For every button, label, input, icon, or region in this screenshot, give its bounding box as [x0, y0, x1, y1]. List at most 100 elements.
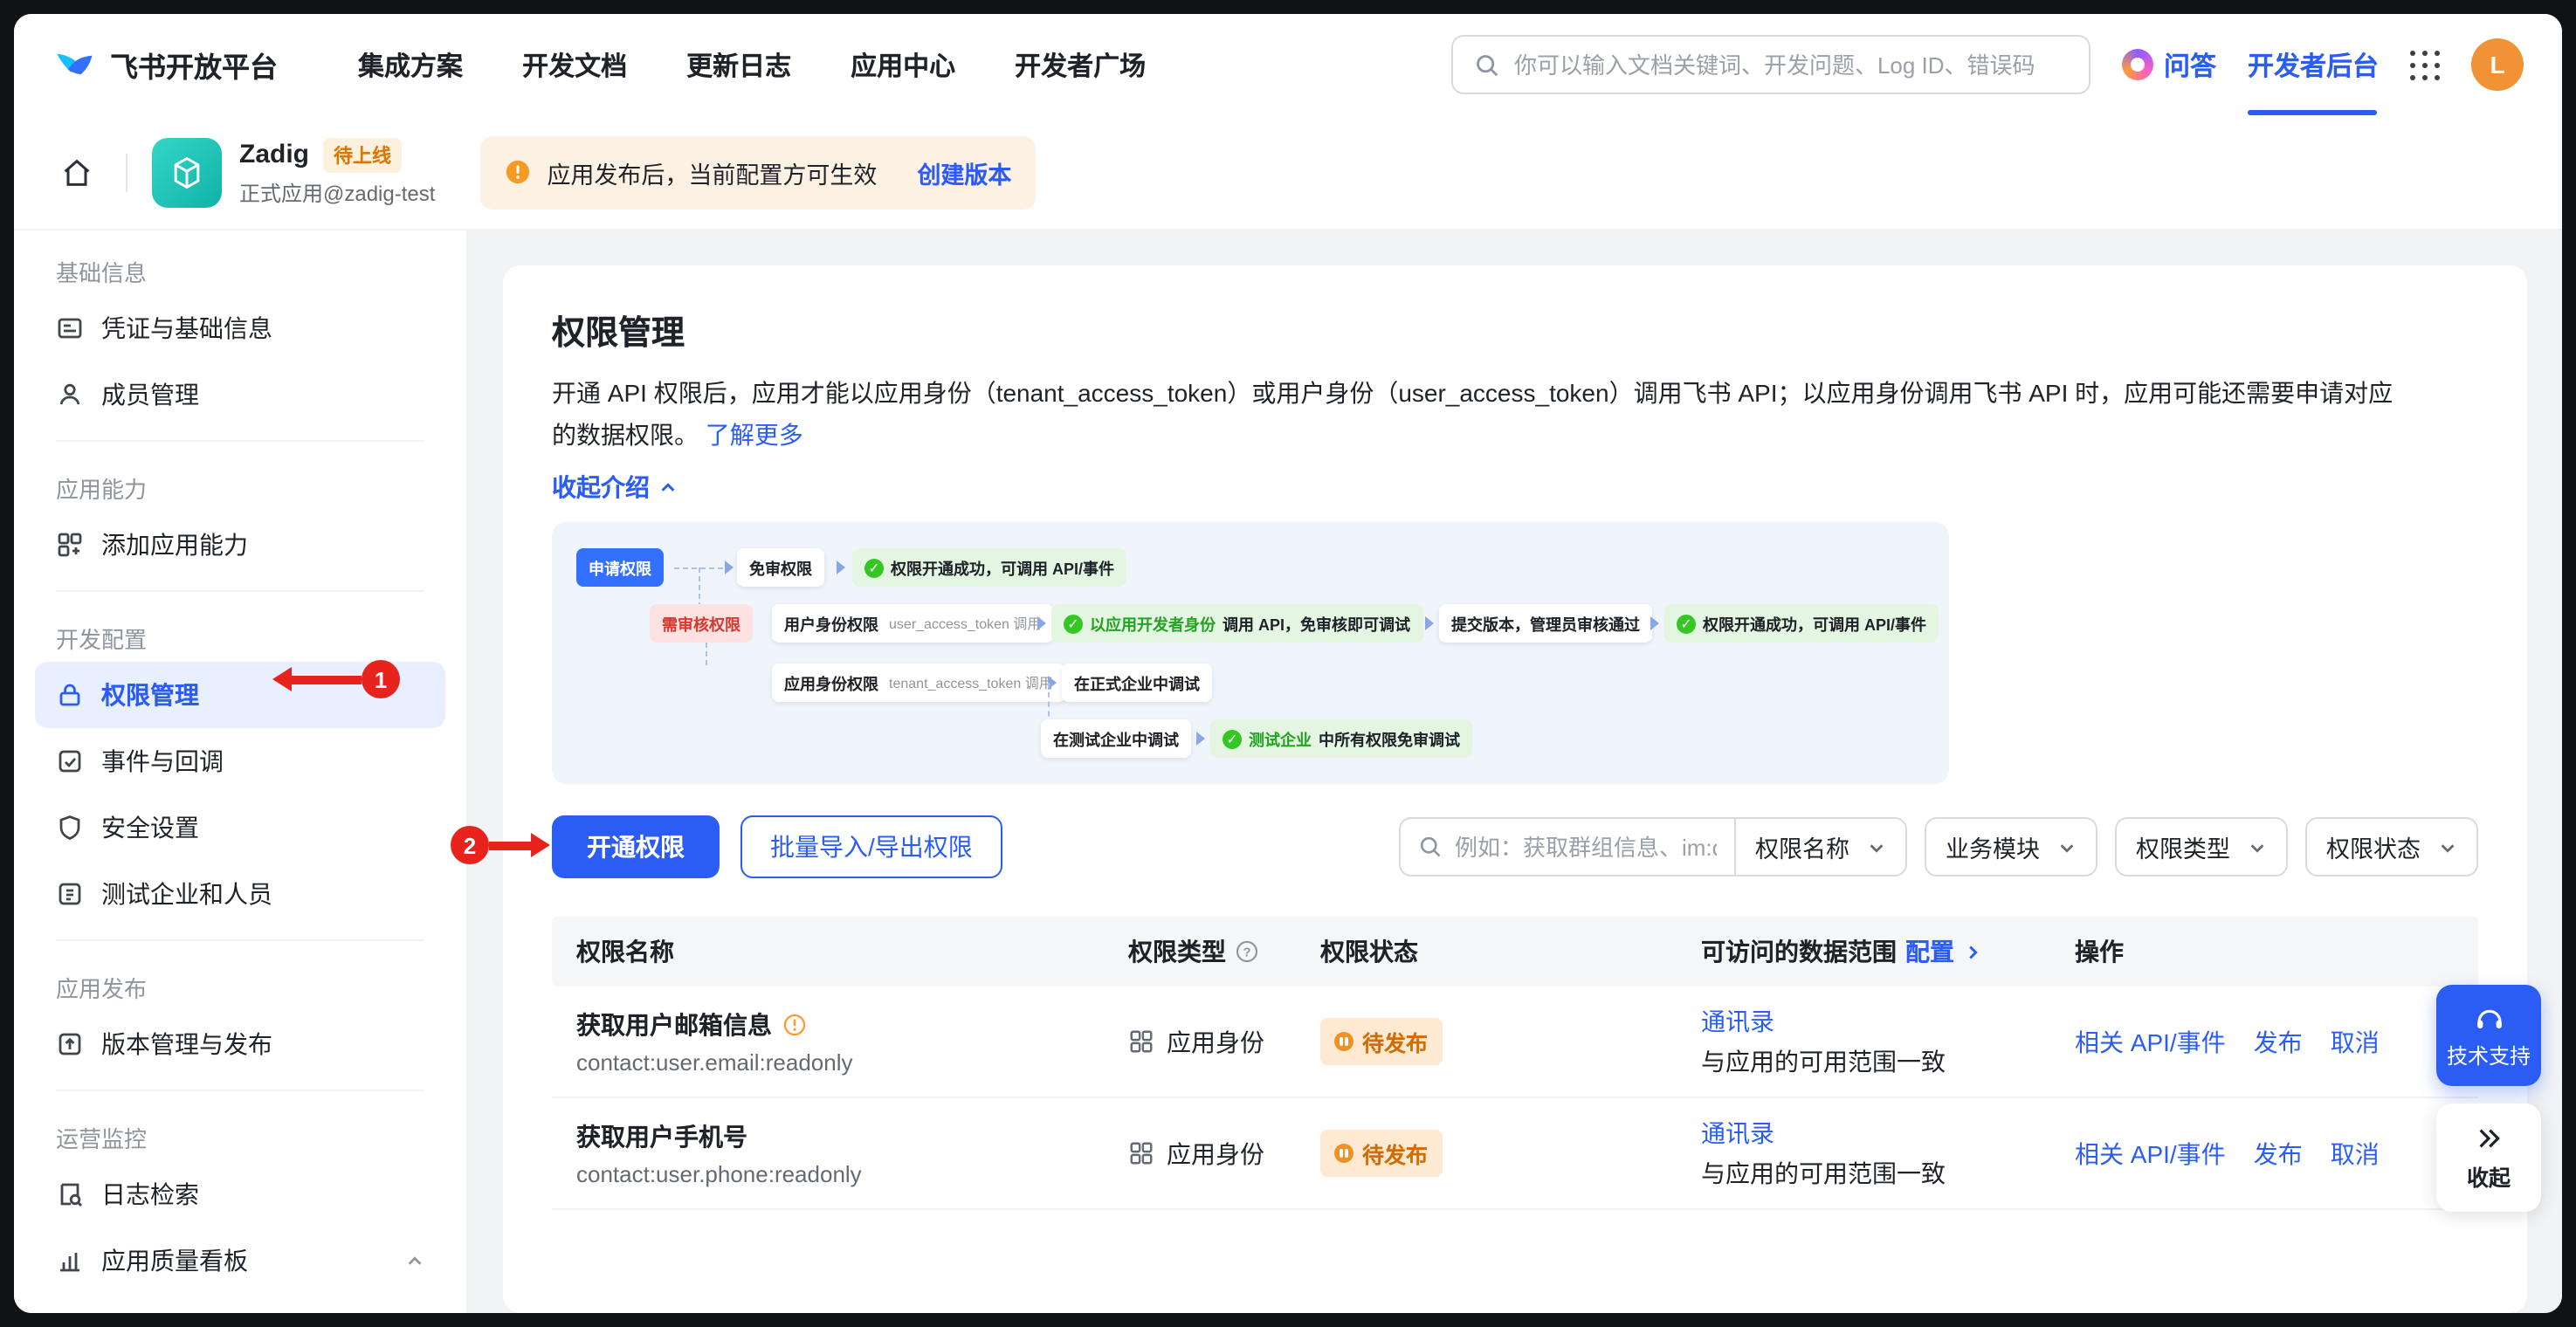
brand-name: 飞书开放平台: [110, 44, 278, 86]
filter-status-select[interactable]: 权限状态: [2305, 817, 2478, 877]
permission-name: 获取用户邮箱信息: [576, 1007, 772, 1042]
screen: 飞书开放平台 集成方案 开发文档 更新日志 应用中心 开发者广场: [0, 0, 2576, 1327]
filter-module-select[interactable]: 业务模块: [1925, 817, 2097, 877]
shield-icon: [56, 814, 84, 842]
sidebar-item-version-release[interactable]: 版本管理与发布: [35, 1011, 445, 1077]
warning-circle-icon[interactable]: [782, 1013, 807, 1037]
nav-item-integration[interactable]: 集成方案: [358, 46, 463, 83]
related-api-link[interactable]: 相关 API/事件: [2075, 1024, 2226, 1059]
publish-link[interactable]: 发布: [2254, 1024, 2303, 1059]
scope-link[interactable]: 通讯录: [1701, 1116, 2075, 1151]
nav-item-docs[interactable]: 开发文档: [522, 46, 627, 83]
collapse-panel-button[interactable]: 收起: [2436, 1104, 2541, 1212]
filter-permission-name-select[interactable]: 权限名称: [1736, 829, 1905, 864]
create-version-link[interactable]: 创建版本: [917, 155, 1011, 189]
svg-text:?: ?: [1243, 945, 1250, 959]
global-search-input[interactable]: [1514, 52, 2068, 78]
flow-user-identity-node: 用户身份权限user_access_token 调用: [772, 604, 1053, 643]
header-permission-status: 权限状态: [1320, 934, 1701, 969]
sidebar-item-security[interactable]: 安全设置: [35, 794, 445, 861]
avatar[interactable]: L: [2471, 38, 2524, 91]
learn-more-link[interactable]: 了解更多: [706, 421, 803, 449]
filter-type-select[interactable]: 权限类型: [2115, 817, 2288, 877]
header-operations: 操作: [2075, 934, 2478, 969]
filter-label: 业务模块: [1946, 829, 2040, 864]
collapse-intro-link[interactable]: 收起介绍: [552, 470, 2478, 505]
permission-type: 应用身份: [1167, 1136, 1264, 1171]
double-chevron-right-icon: [2475, 1124, 2503, 1152]
sidebar-item-events[interactable]: 事件与回调: [35, 728, 445, 794]
qa-link[interactable]: 问答: [2122, 46, 2216, 83]
app-logo-icon[interactable]: [152, 137, 222, 207]
sidebar-item-label: 事件与回调: [101, 744, 224, 779]
scope-description: 与应用的可用范围一致: [1701, 1044, 2075, 1079]
question-circle-icon[interactable]: ?: [1235, 939, 1259, 964]
permission-search[interactable]: 权限名称: [1399, 817, 1907, 877]
sidebar-item-user-feedback[interactable]: 用户反馈: [35, 1294, 445, 1313]
page-title: 权限管理: [552, 307, 2478, 354]
related-api-link[interactable]: 相关 API/事件: [2075, 1136, 2226, 1171]
open-permission-button[interactable]: 开通权限: [552, 815, 720, 878]
tab-developer-console[interactable]: 开发者后台: [2248, 14, 2379, 115]
content: 基础信息 凭证与基础信息 成员管理 应用能力: [14, 230, 2562, 1313]
row-operations: 相关 API/事件 发布 取消: [2075, 1136, 2478, 1171]
sidebar-item-members[interactable]: 成员管理: [35, 361, 445, 428]
permission-lock-icon: [56, 681, 84, 709]
chevron-down-icon: [2438, 837, 2457, 856]
flow-free-success-node: ✓ 权限开通成功，可调用 API/事件: [852, 548, 1126, 587]
quality-chart-icon: [56, 1247, 84, 1275]
event-callback-icon: [56, 747, 84, 775]
feishu-logo-icon: [52, 43, 96, 86]
flow-apply-node: 申请权限: [576, 548, 664, 587]
publish-link[interactable]: 发布: [2254, 1136, 2303, 1171]
app-meta: Zadig 待上线 正式应用@zadig-test: [239, 137, 435, 207]
search-icon: [1418, 835, 1443, 859]
filter-label: 权限名称: [1755, 829, 1849, 864]
permission-flow-diagram: 申请权限 免审权限 ✓ 权限开通成功，可调用 API/事件 需审核权限 用户身份…: [552, 522, 1949, 784]
tech-support-button[interactable]: 技术支持: [2436, 985, 2541, 1086]
nav-item-app-center[interactable]: 应用中心: [851, 46, 955, 83]
active-tab-indicator: [2249, 110, 2378, 115]
chevron-right-icon: [1963, 942, 1982, 961]
alert-warning-icon: [505, 159, 531, 185]
qa-label: 问答: [2164, 46, 2216, 83]
permission-search-input[interactable]: [1455, 834, 1717, 860]
sidebar: 基础信息 凭证与基础信息 成员管理 应用能力: [14, 230, 468, 1313]
sidebar-item-quality-board[interactable]: 应用质量看板: [35, 1227, 445, 1294]
check-icon: ✓: [1064, 614, 1083, 633]
nav-item-changelog[interactable]: 更新日志: [686, 46, 791, 83]
apps-grid-icon[interactable]: [2410, 50, 2440, 79]
batch-import-export-button[interactable]: 批量导入/导出权限: [740, 815, 1002, 878]
permission-card: 权限管理 开通 API 权限后，应用才能以应用身份（tenant_access_…: [503, 265, 2527, 1313]
brand[interactable]: 飞书开放平台: [52, 43, 278, 86]
sidebar-item-label: 权限管理: [101, 677, 199, 712]
annotation-arrowhead: [531, 833, 550, 857]
group-label-dev-config: 开发配置: [14, 604, 466, 662]
status-badge: 待发布: [1320, 1018, 1442, 1065]
flow-review-success-node: ✓ 权限开通成功，可调用 API/事件: [1664, 604, 1939, 643]
group-label-basic: 基础信息: [14, 237, 466, 295]
sidebar-item-log-search[interactable]: 日志检索: [35, 1161, 445, 1227]
check-icon: ✓: [1677, 614, 1696, 633]
annotation-arrow-1: 1: [272, 660, 400, 698]
home-button[interactable]: [52, 148, 101, 196]
scope-description: 与应用的可用范围一致: [1701, 1156, 2075, 1191]
sidebar-item-label: 安全设置: [101, 810, 199, 845]
divider: [126, 153, 127, 191]
sidebar-item-test-org[interactable]: 测试企业和人员: [35, 861, 445, 927]
scope-config-link[interactable]: 配置: [1905, 934, 1954, 969]
flow-tenant-identity-node: 应用身份权限tenant_access_token 调用: [772, 664, 1065, 702]
permission-code: contact:user.phone:readonly: [576, 1161, 1128, 1187]
sidebar-item-label: 日志检索: [101, 1177, 199, 1212]
cancel-link[interactable]: 取消: [2331, 1136, 2380, 1171]
global-search[interactable]: [1451, 35, 2090, 94]
scope-link[interactable]: 通讯录: [1701, 1004, 2075, 1039]
cancel-link[interactable]: 取消: [2331, 1024, 2380, 1059]
permission-table: 权限名称 权限类型 ? 权限状态: [552, 917, 2478, 1210]
sidebar-item-credentials[interactable]: 凭证与基础信息: [35, 295, 445, 361]
nav-item-developer-plaza[interactable]: 开发者广场: [1015, 46, 1146, 83]
release-icon: [56, 1030, 84, 1058]
sidebar-item-add-capability[interactable]: 添加应用能力: [35, 512, 445, 578]
flow-test-debug-node: 在测试企业中调试: [1041, 719, 1191, 758]
flow-review-node: 需审核权限: [650, 604, 753, 643]
